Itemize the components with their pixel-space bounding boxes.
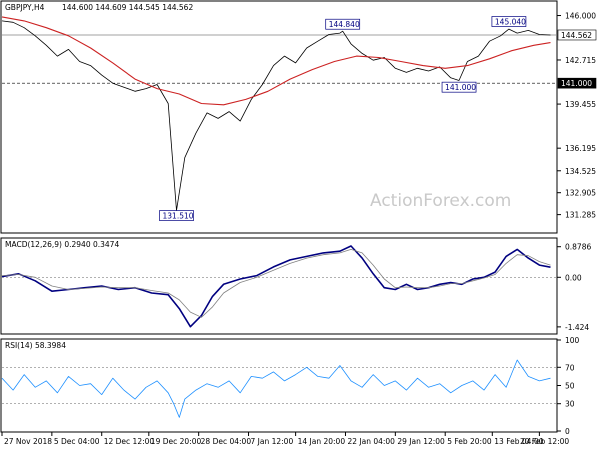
x-tick-label: 14 Jan 20:00 [298, 437, 346, 446]
price-annotation-label: 144.840 [329, 20, 360, 29]
rsi-panel-title: RSI(14) 58.3984 [5, 341, 66, 350]
price-annotation-label: 141.000 [445, 83, 476, 92]
x-tick-label: 27 Nov 2018 [4, 437, 52, 446]
rsi-y-tick-label: 0 [565, 427, 570, 436]
price-panel-title: GBPJPY,H4 [5, 3, 45, 12]
price-y-tick-label: 146.000 [565, 12, 596, 21]
rsi-y-tick-label: 30 [565, 400, 575, 409]
price-y-tick-label: 131.285 [565, 211, 596, 220]
price-y-tick-label: 132.905 [565, 189, 596, 198]
price-line-label: 141.000 [561, 79, 592, 88]
price-annotation-label: 131.510 [163, 212, 194, 221]
x-tick-label: 5 Dec 04:00 [54, 437, 100, 446]
price-y-tick-label: 136.195 [565, 144, 596, 153]
macd-y-tick-label: 0.8786 [565, 243, 591, 252]
chart-canvas: GBPJPY,H4 144.600 144.609 144.545 144.56… [0, 0, 597, 446]
macd-y-tick-label: -1.424 [565, 323, 589, 332]
rsi-y-tick-label: 50 [565, 382, 575, 391]
macd-panel: MACD(12,26,9) 0.2940 0.3474 0.8786 0.00 -1… [0, 237, 591, 335]
price-y-tick-label: 134.525 [565, 167, 596, 176]
macd-series-signal [1, 248, 551, 318]
x-tick-label: 29 Jan 12:00 [397, 437, 445, 446]
macd-panel-title: MACD(12,26,9) 0.2940 0.3474 [5, 240, 119, 249]
price-panel: GBPJPY,H4 144.600 144.609 144.545 144.56… [0, 0, 597, 234]
x-axis: 27 Nov 2018 5 Dec 04:00 12 Dec 12:0019 Dec… [1, 432, 569, 446]
rsi-y-tick-label: 100 [565, 336, 580, 345]
x-tick-label: 20 Feb 12:00 [520, 437, 569, 446]
price-y-tick-label: 139.455 [565, 100, 596, 109]
ohlc-readout: 144.600 144.609 144.545 144.562 [62, 3, 193, 12]
price-series-price [1, 20, 551, 211]
x-tick-label: 12 Dec 12:00 [104, 437, 155, 446]
price-line-label: 144.562 [561, 31, 592, 40]
x-tick-label: 5 Feb 20:00 [447, 437, 492, 446]
price-y-tick-label: 142.715 [565, 56, 596, 65]
rsi-panel: RSI(14) 58.3984 100 70 50 30 0 [0, 336, 580, 436]
x-tick-label: 7 Jan 12:00 [251, 437, 294, 446]
rsi-panel-frame [0, 338, 558, 433]
watermark: ActionForex.com [370, 191, 511, 211]
rsi-y-tick-label: 70 [565, 363, 575, 372]
macd-series-macd [1, 245, 551, 328]
x-tick-label: 22 Jan 04:00 [347, 437, 395, 446]
x-tick-label: 28 Dec 04:00 [201, 437, 252, 446]
price-annotation-label: 145.040 [495, 18, 526, 27]
x-tick-label: 19 Dec 20:00 [151, 437, 202, 446]
rsi-series-rsi [1, 359, 551, 418]
macd-y-tick-label: 0.00 [565, 273, 582, 282]
macd-panel-frame [0, 237, 558, 335]
